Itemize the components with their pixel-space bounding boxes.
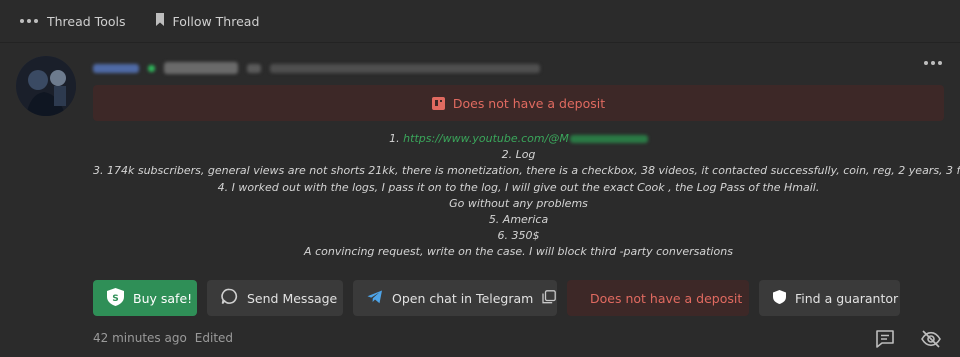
no-deposit-button[interactable]: Does not have a deposit [567,280,749,316]
post-line: 6. 350$ [497,229,540,243]
buy-safe-label: Buy safe! [133,290,193,306]
post-time[interactable]: 42 minutes ago [93,331,187,345]
youtube-link[interactable]: https://www.youtube.com/@M [403,132,569,145]
avatar[interactable] [16,56,76,116]
find-guarantor-button[interactable]: Find a guarantor [759,280,900,316]
post-line: A convincing request, write on the case.… [304,245,733,259]
eye-off-icon[interactable] [920,328,942,350]
comment-icon[interactable] [874,328,896,350]
no-deposit-label: Does not have a deposit [590,290,743,306]
shield-s-icon: S [107,287,124,309]
bookmark-icon [155,13,165,29]
find-guarantor-label: Find a guarantor [795,290,899,306]
copy-icon[interactable] [542,289,557,307]
follow-thread-button[interactable]: Follow Thread [155,13,259,29]
post-meta [93,60,540,76]
post-line: 2. Log [501,148,536,162]
redacted-username[interactable] [93,63,139,73]
shield-icon [773,289,786,307]
post-link-line: 1. https://www.youtube.com/@M [93,131,944,147]
redacted-info [270,63,540,73]
svg-text:S: S [112,294,118,304]
deposit-icon [431,96,445,110]
chat-bubble-icon [221,288,238,308]
post-body: 1. https://www.youtube.com/@M 2. Log 3. … [93,131,960,261]
post-options-icon[interactable] [924,61,942,65]
post-line: Go without any problems [449,196,588,210]
thread-tools-button[interactable]: Thread Tools [20,14,125,29]
post-line: 3. 174k subscribers, general views are n… [93,164,960,178]
post-line: 4. I worked out with the logs, I pass it… [217,180,820,194]
send-message-button[interactable]: Send Message [207,280,343,316]
send-message-label: Send Message [247,290,338,306]
footer-icons [874,328,942,350]
edited-label[interactable]: Edited [195,331,233,345]
more-dots-icon [20,19,38,23]
deposit-banner: Does not have a deposit [93,85,944,121]
thread-tools-label: Thread Tools [47,13,126,29]
redacted-link [569,135,648,143]
redacted-info [247,63,261,73]
post-footer: 42 minutes ago Edited [93,331,233,345]
deposit-banner-label: Does not have a deposit [452,95,606,111]
post-line: 5. America [488,213,549,227]
status-dot [148,64,155,72]
buy-safe-button[interactable]: S Buy safe! [93,280,197,316]
follow-thread-label: Follow Thread [172,13,260,29]
thread-toolbar: Thread Tools Follow Thread [20,12,259,30]
divider [0,42,960,43]
open-telegram-label: Open chat in Telegram [392,290,534,306]
post-link-prefix: 1. [389,132,404,145]
open-telegram-button[interactable]: Open chat in Telegram [353,280,557,316]
telegram-icon [367,290,383,307]
post-actions: S Buy safe! Send Message Open chat in Te… [93,280,900,316]
redacted-badge [164,62,238,74]
